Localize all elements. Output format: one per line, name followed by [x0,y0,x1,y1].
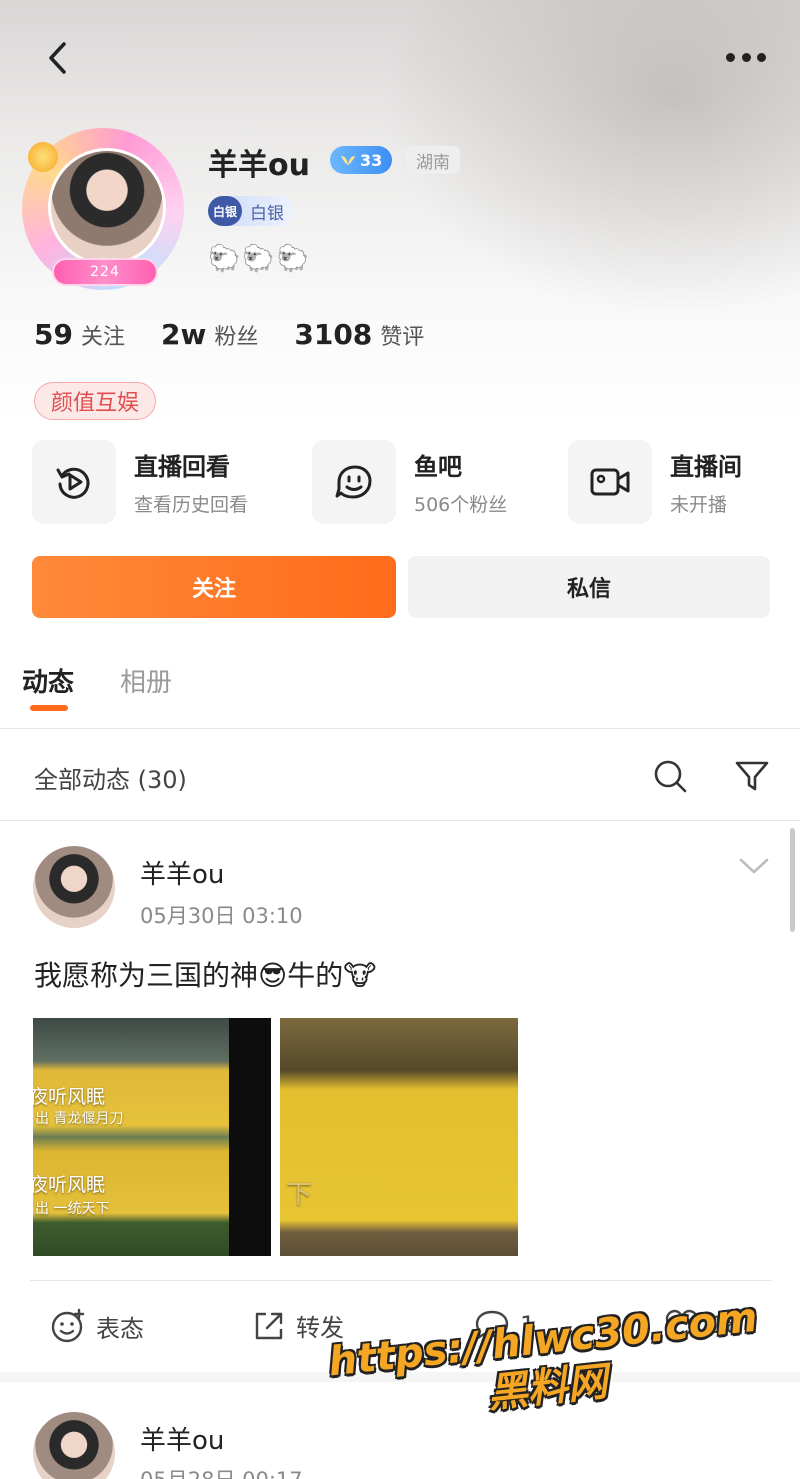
more-options-button[interactable] [718,40,774,74]
more-dot-icon [741,52,751,62]
rank-badge[interactable]: 白银 白银 [208,196,294,226]
post-menu-button[interactable] [738,856,770,880]
smile-plus-icon [51,1308,85,1343]
feature-title: 鱼吧 [414,453,462,481]
chevron-left-icon [49,42,66,74]
profile-username: 羊羊ou [208,148,310,183]
search-button[interactable] [650,756,690,796]
feature-title: 直播回看 [134,453,230,481]
tabs-divider [0,728,800,729]
filter-button[interactable] [732,756,772,796]
post-timestamp: 05月28日 00:17 [140,1464,303,1479]
stat-likes[interactable]: 3108 赞评 [294,318,424,351]
fan-badges: 🐑🐑🐑 [208,244,312,274]
react-button[interactable]: 表态 [50,1308,144,1344]
replay-icon [56,467,90,499]
image-subcaption: 出 青龙偃月刀 [35,1111,124,1127]
more-dot-icon [726,52,735,62]
feed-header-divider [0,820,800,821]
watermark: https://hlwc30.com 黑料网 [326,1294,764,1434]
feature-subtitle: 506个粉丝 [414,494,508,516]
post-author-avatar[interactable] [33,846,115,928]
wing-icon [341,156,355,165]
chevron-down-icon [739,858,769,874]
private-message-button[interactable]: 私信 [408,556,770,618]
feature-icon-box [568,440,652,524]
image-caption: 下 [286,1180,313,1210]
feature-icon-box [312,440,396,524]
tab-active-indicator [30,705,68,711]
stat-value: 59 [34,318,73,351]
rank-shield-icon: 白银 [208,196,242,226]
avatar[interactable] [48,148,166,266]
live-room-icon [590,468,630,496]
stat-fans[interactable]: 2w 粉丝 [161,318,258,351]
level-number: 33 [360,150,383,170]
feature-subtitle: 查看历史回看 [134,494,249,516]
post-author-avatar[interactable] [33,1412,115,1479]
post-image[interactable]: 下 [280,1018,518,1256]
tab-album[interactable]: 相册 [120,662,172,699]
stat-value: 3108 [294,318,373,351]
stat-label: 粉丝 [214,325,259,350]
category-tag[interactable]: 颜值互娱 [34,382,157,420]
feature-icon-box [32,440,116,524]
feature-live-replay[interactable]: 直播回看 查看历史回看 [32,440,248,524]
feature-fish-bar[interactable]: 鱼吧 506个粉丝 [312,440,507,524]
level-badge[interactable]: 33 [330,146,393,174]
image-subcaption: 出 一统天下 [35,1201,110,1217]
lollipop-decoration-icon [28,142,58,172]
post-image[interactable]: 夜听风眠 出 青龙偃月刀 夜听风眠 出 一统天下 [33,1018,271,1256]
post-actions-divider [30,1280,772,1281]
post-text: 我愿称为三国的神😎牛的🐮 [34,959,377,992]
rank-label: 白银 [250,203,284,224]
feature-subtitle: 未开播 [670,494,728,516]
stat-label: 关注 [80,325,125,350]
stat-following[interactable]: 59 关注 [34,318,125,351]
filter-icon [735,761,769,791]
scrollbar[interactable] [790,828,795,932]
react-label: 表态 [96,1314,144,1343]
share-icon [255,1312,283,1339]
image-caption: 夜听风眠 [33,1086,106,1108]
image-caption: 夜听风眠 [33,1174,106,1196]
follow-button[interactable]: 关注 [32,556,396,618]
feature-live-room[interactable]: 直播间 未开播 [568,440,742,524]
back-button[interactable] [38,38,78,78]
region-tag: 湖南 [406,146,460,174]
tab-posts[interactable]: 动态 [22,662,74,699]
stat-label: 赞评 [380,325,425,350]
fish-bar-icon [335,465,372,499]
avatar-level-pill: 224 [52,258,158,286]
feed-filter-title[interactable]: 全部动态 (30) [34,760,187,795]
feature-title: 直播间 [670,453,742,481]
profile-stats: 59 关注 2w 粉丝 3108 赞评 [34,318,424,351]
post-author-name[interactable]: 羊羊ou [140,854,224,891]
more-dot-icon [757,52,766,62]
search-icon [654,760,687,793]
stat-value: 2w [160,318,207,351]
post-author-name[interactable]: 羊羊ou [140,1420,224,1457]
post-timestamp: 05月30日 03:10 [140,904,303,928]
